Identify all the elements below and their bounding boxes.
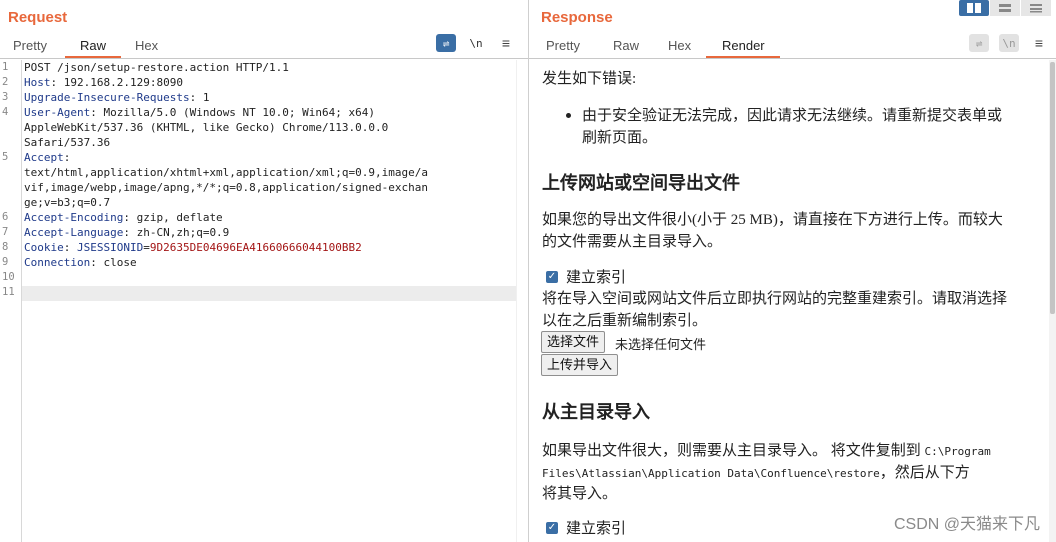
line-number: 3: [2, 91, 9, 103]
request-line: POST /json/setup-restore.action HTTP/1.1: [24, 61, 289, 74]
response-menu-button[interactable]: ≡: [1032, 34, 1046, 52]
line-gutter: [0, 60, 22, 542]
home-desc-line1: 如果导出文件很大，则需要从主目录导入。 将文件复制到 C:\Program: [542, 443, 991, 459]
tab-raw[interactable]: Raw: [80, 38, 106, 53]
list-bullet: [566, 113, 571, 118]
request-menu-button[interactable]: ≡: [499, 34, 513, 52]
show-newlines-button[interactable]: \n: [999, 34, 1019, 52]
build-index-label: 建立索引: [566, 270, 627, 286]
tab-hex[interactable]: Hex: [668, 38, 691, 53]
header-line: User-Agent: Mozilla/5.0 (Windows NT 10.0…: [24, 106, 376, 119]
build-index-desc-line2: 以在之后重新编制索引。: [542, 313, 708, 329]
tabs-layout-icon: [1030, 4, 1042, 13]
header-line-wrap: text/html,application/xhtml+xml,applicat…: [24, 166, 428, 179]
tab-pretty[interactable]: Pretty: [546, 38, 580, 53]
error-item-line2: 刷新页面。: [582, 130, 658, 146]
tab-render[interactable]: Render: [722, 38, 765, 53]
layout-side-by-side-button[interactable]: [959, 0, 989, 16]
header-line: Connection: close: [24, 256, 137, 269]
error-intro: 发生如下错误:: [542, 71, 637, 87]
tab-pretty[interactable]: Pretty: [13, 38, 47, 53]
upload-desc-line1: 如果您的导出文件很小(小于 25 MB)，请直接在下方进行上传。而较大: [542, 212, 1003, 228]
upload-import-button[interactable]: 上传并导入: [541, 354, 619, 376]
menu-icon: ≡: [1034, 35, 1044, 51]
upload-desc-line2: 的文件需要从主目录导入。: [542, 234, 723, 250]
build-index-checkbox-2[interactable]: ✓: [546, 522, 558, 534]
header-line-wrap: AppleWebKit/537.36 (KHTML, like Gecko) C…: [24, 121, 389, 134]
wrap-lines-button[interactable]: ⇌: [436, 34, 456, 52]
current-line-highlight: [22, 286, 516, 301]
heading-upload: 上传网站或空间导出文件: [542, 173, 740, 193]
home-desc-line2: Files\Atlassian\Application Data\Conflue…: [542, 465, 970, 481]
header-line-wrap: vif,image/webp,image/apng,*/*;q=0.8,appl…: [24, 181, 428, 194]
response-pane: Response Pretty Raw Hex Render ⇌ \n ≡ 发生…: [529, 0, 1056, 542]
no-file-text: 未选择任何文件: [615, 337, 707, 352]
build-index-desc-line1: 将在导入空间或网站文件后立即执行网站的完整重建索引。请取消选择: [542, 291, 1008, 307]
request-pane: Request Pretty Raw Hex ⇌ \n ≡ 1 POST /js…: [0, 0, 528, 542]
request-editor[interactable]: 1 POST /json/setup-restore.action HTTP/1…: [0, 60, 528, 542]
header-line: Accept-Encoding: gzip, deflate: [24, 211, 223, 224]
line-number: 10: [2, 271, 15, 283]
newline-icon: \n: [469, 36, 483, 50]
request-title: Request: [8, 9, 68, 26]
home-desc-line3: 将其导入。: [542, 486, 618, 502]
line-number: 5: [2, 151, 9, 163]
build-index-checkbox[interactable]: ✓: [546, 271, 558, 283]
header-line: Host: 192.168.2.129:8090: [24, 76, 183, 89]
line-number: 2: [2, 76, 9, 88]
header-line: Upgrade-Insecure-Requests: 1: [24, 91, 210, 104]
response-title: Response: [541, 9, 613, 26]
header-line-wrap: ge;v=b3;q=0.7: [24, 196, 111, 209]
error-item-line1: 由于安全验证无法完成，因此请求无法继续。请重新提交表单或: [582, 108, 1003, 124]
header-line: Accept:: [24, 151, 71, 164]
rows-icon: [999, 4, 1011, 12]
rendered-page: 发生如下错误: 由于安全验证无法完成，因此请求无法继续。请重新提交表单或 刷新页…: [529, 60, 1045, 542]
cookie-line: Cookie: JSESSIONID=9D2635DE04696EA416606…: [24, 241, 362, 254]
active-tab-underline: [65, 56, 121, 58]
line-number: 9: [2, 256, 9, 268]
active-tab-underline: [706, 56, 780, 58]
render-scrollbar-thumb[interactable]: [1050, 62, 1055, 314]
line-number: 4: [2, 106, 9, 118]
wrap-lines-icon: ⇌: [442, 36, 450, 50]
menu-icon: ≡: [501, 35, 511, 51]
header-line: Accept-Language: zh-CN,zh;q=0.9: [24, 226, 230, 239]
newline-icon: \n: [1002, 36, 1016, 50]
show-newlines-button[interactable]: \n: [466, 34, 486, 52]
layout-stacked-button[interactable]: [990, 0, 1020, 16]
line-number: 6: [2, 211, 9, 223]
tab-hex[interactable]: Hex: [135, 38, 158, 53]
wrap-lines-button[interactable]: ⇌: [969, 34, 989, 52]
line-number: 1: [2, 61, 9, 73]
line-number: 7: [2, 226, 9, 238]
heading-home: 从主目录导入: [542, 402, 650, 422]
tab-raw[interactable]: Raw: [613, 38, 639, 53]
header-line-wrap: Safari/537.36: [24, 136, 111, 149]
wrap-lines-icon: ⇌: [975, 36, 983, 50]
columns-icon: [967, 3, 981, 13]
watermark: CSDN @天猫来下凡: [893, 516, 1040, 533]
line-number: 8: [2, 241, 9, 253]
line-number: 11: [2, 286, 15, 298]
layout-tabs-button[interactable]: [1021, 0, 1051, 16]
choose-file-button[interactable]: 选择文件: [541, 331, 606, 353]
build-index-label-2: 建立索引: [566, 521, 627, 537]
